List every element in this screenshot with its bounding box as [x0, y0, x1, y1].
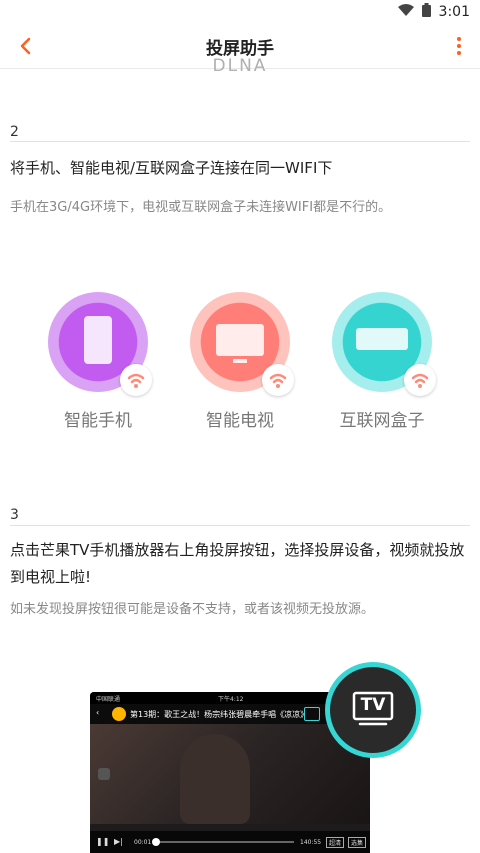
tv-shape — [216, 324, 264, 356]
player-clock: 下午4:12 — [218, 696, 244, 703]
progress-bar — [152, 838, 294, 846]
smartphone-icon — [48, 292, 152, 396]
box-shape — [356, 328, 408, 350]
player-carrier: 中国联通 — [96, 696, 121, 703]
device-internet-box: 互联网盒子 — [322, 292, 442, 431]
step-number: 2 — [10, 124, 19, 140]
more-dot-icon — [457, 44, 461, 48]
device-label: 互联网盒子 — [339, 411, 425, 431]
wifi-badge-icon — [120, 364, 152, 396]
tv-cast-highlight: TV — [325, 662, 421, 758]
wifi-badge-icon — [404, 364, 436, 396]
device-smartphone: 智能手机 — [38, 292, 158, 431]
device-label: 智能电视 — [206, 411, 274, 431]
device-label: 智能手机 — [64, 411, 132, 431]
step-number: 3 — [10, 507, 19, 523]
divider — [10, 525, 470, 526]
performer-silhouette — [180, 734, 250, 824]
progress-thumb — [152, 838, 160, 846]
cast-icon — [304, 707, 320, 721]
step-instruction: 将手机、智能电视/互联网盒子连接在同一WIFI下 — [10, 159, 333, 177]
status-icons: 3:01 — [397, 3, 470, 21]
device-smart-tv: 智能电视 — [180, 292, 300, 431]
divider — [10, 141, 470, 142]
tv-stand-shape — [233, 359, 247, 363]
player-back-icon: ‹ — [96, 708, 100, 717]
more-options-button[interactable] — [454, 34, 464, 58]
time-total: 140:55 — [300, 839, 322, 846]
wifi-badge-icon — [262, 364, 294, 396]
lock-icon — [98, 768, 110, 780]
video-frame — [90, 724, 370, 824]
next-icon: ▶| — [114, 837, 123, 846]
episodes-button: 选集 — [348, 837, 367, 848]
quality-button: 超清 — [326, 837, 345, 848]
player-episode-title: 第13期：歌王之战！杨宗纬张碧晨牵手唱《凉凉》 — [130, 710, 309, 719]
mango-logo-icon — [112, 707, 126, 721]
more-dot-icon — [457, 51, 461, 55]
pause-icon: ❚❚ — [96, 837, 110, 846]
status-bar: 3:01 — [0, 0, 480, 24]
player-controls: ❚❚ ▶| 00:01 140:55 超清 选集 — [90, 831, 370, 853]
internet-box-icon — [332, 292, 436, 396]
status-time: 3:01 — [438, 4, 470, 20]
step-note: 如未发现投屏按钮很可能是设备不支持，或者该视频无投放源。 — [10, 602, 375, 617]
more-dot-icon — [457, 37, 461, 41]
phone-shape — [84, 316, 112, 364]
partial-heading: DLNA — [212, 56, 268, 72]
smart-tv-icon — [190, 292, 294, 396]
battery-icon — [421, 3, 431, 21]
wifi-icon — [397, 4, 414, 20]
step-instruction: 点击芒果TV手机播放器右上角投屏按钮，选择投屏设备，视频就投放到电视上啦! — [10, 541, 465, 586]
time-current: 00:01 — [134, 839, 152, 846]
step-note: 手机在3G/4G环境下，电视或互联网盒子未连接WIFI都是不行的。 — [10, 200, 392, 215]
tv-label: TV — [360, 695, 386, 715]
